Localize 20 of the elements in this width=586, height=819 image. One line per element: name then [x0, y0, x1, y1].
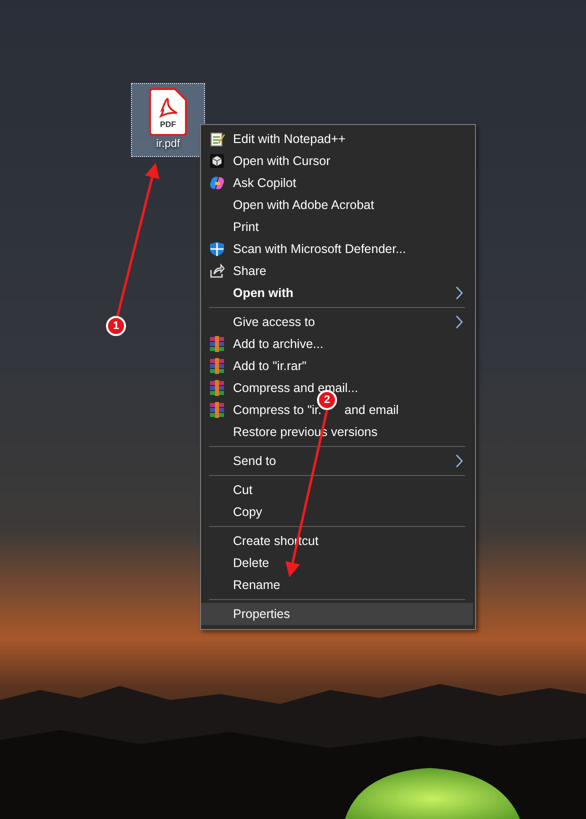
- menu-item[interactable]: Give access to: [201, 311, 473, 333]
- menu-item[interactable]: Rename: [201, 574, 473, 596]
- menu-item[interactable]: Add to archive...: [201, 333, 473, 355]
- menu-item-label: and email: [344, 403, 399, 417]
- file-name: ir.pdf: [156, 138, 180, 150]
- menu-item[interactable]: Ask Copilot: [201, 172, 473, 194]
- menu-item[interactable]: Send to: [201, 450, 473, 472]
- menu-item[interactable]: Open with: [201, 282, 473, 304]
- pdf-file-icon-tile[interactable]: PDF ir.pdf: [131, 83, 205, 157]
- menu-item-label: Compress to "ir.: [233, 403, 322, 417]
- menu-item[interactable]: Cut: [201, 479, 473, 501]
- menu-item[interactable]: Copy: [201, 501, 473, 523]
- menu-item[interactable]: Share: [201, 260, 473, 282]
- menu-item[interactable]: Open with Adobe Acrobat: [201, 194, 473, 216]
- file-type-label: PDF: [159, 120, 177, 129]
- menu-item[interactable]: Print: [201, 216, 473, 238]
- menu-item[interactable]: Delete: [201, 552, 473, 574]
- menu-item[interactable]: Properties: [201, 603, 473, 625]
- menu-item[interactable]: Add to "ir.rar": [201, 355, 473, 377]
- menu-item[interactable]: Scan with Microsoft Defender...: [201, 238, 473, 260]
